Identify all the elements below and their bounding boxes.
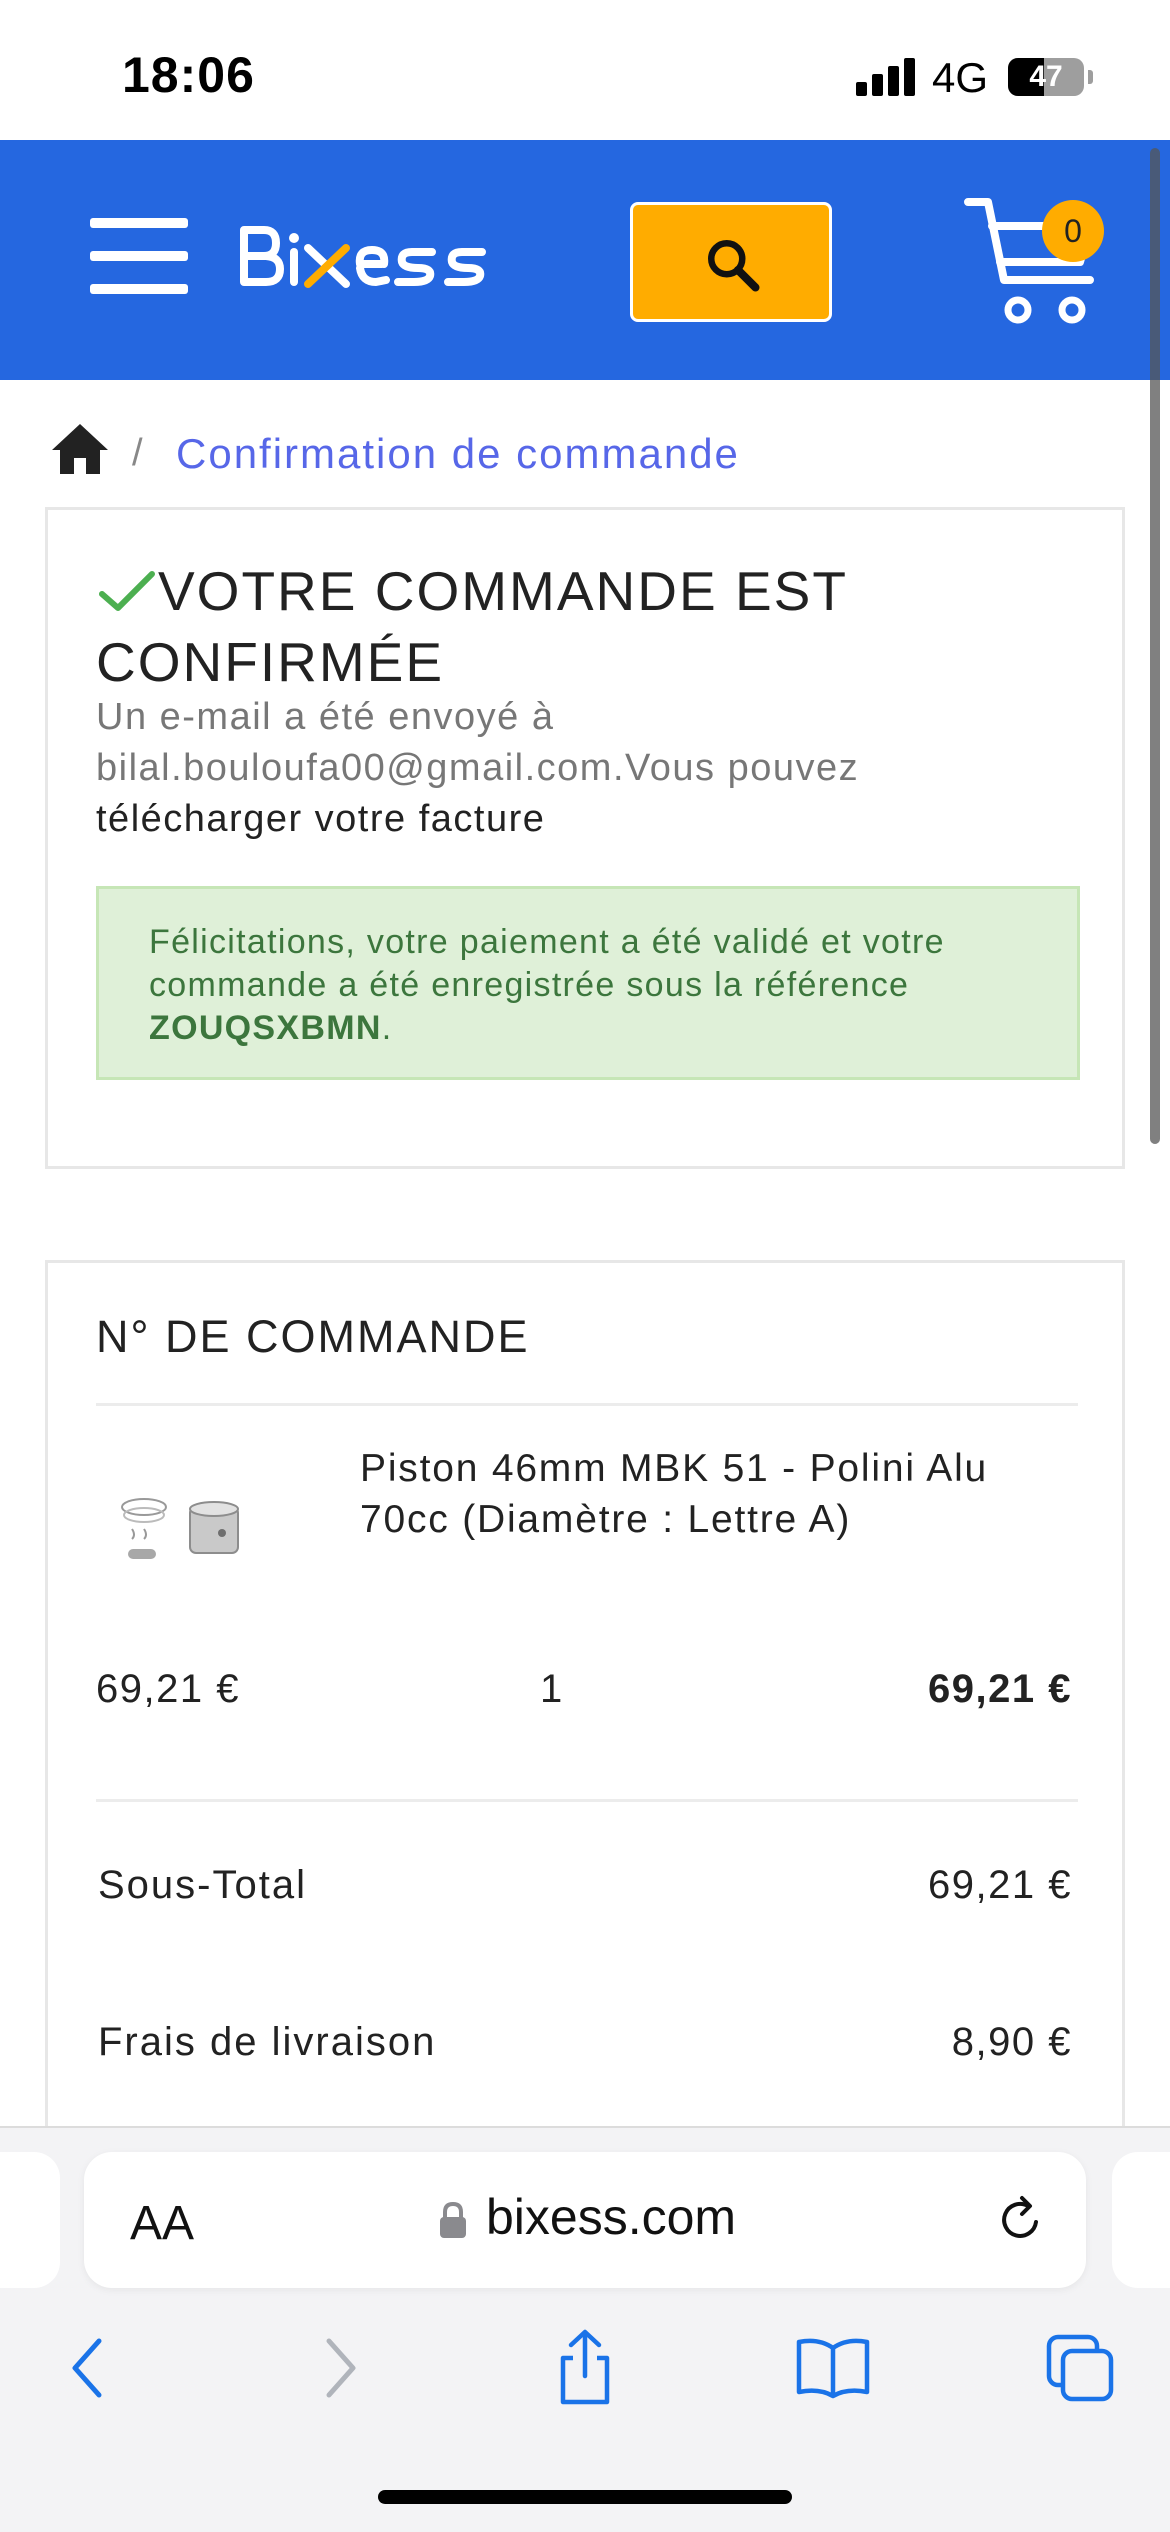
- status-bar: 18:06 4G 47: [0, 0, 1170, 140]
- subtotal-label: Sous-Total: [98, 1863, 307, 1907]
- address-bar[interactable]: AA bixess.com: [84, 2152, 1086, 2288]
- cart-count-badge[interactable]: 0: [1042, 200, 1104, 262]
- breadcrumb-separator: /: [132, 432, 143, 474]
- bookmarks-icon: [796, 2338, 870, 2399]
- product-image[interactable]: [118, 1485, 248, 1585]
- page-scrollbar[interactable]: [1150, 148, 1160, 1144]
- alert-text: Félicitations, votre paiement a été vali…: [149, 923, 945, 1004]
- quantity: 1: [540, 1667, 563, 1711]
- share-button[interactable]: [535, 2318, 635, 2418]
- reload-icon[interactable]: [992, 2192, 1048, 2248]
- share-icon: [560, 2329, 610, 2405]
- alert-end: .: [381, 1009, 393, 1047]
- order-number-title: N° DE COMMANDE: [96, 1311, 530, 1362]
- lock-icon: [440, 2201, 466, 2238]
- battery-level: 47: [1029, 60, 1063, 93]
- forward-button[interactable]: [290, 2318, 390, 2418]
- forward-icon: [326, 2338, 356, 2398]
- breadcrumb-current[interactable]: Confirmation de commande: [176, 430, 740, 478]
- check-icon: [99, 571, 155, 611]
- previous-tab-preview[interactable]: [0, 2152, 60, 2288]
- status-time: 18:06: [122, 47, 255, 103]
- line-total: 69,21 €: [928, 1667, 1072, 1711]
- network-type: 4G: [932, 54, 989, 101]
- shipping-value: 8,90 €: [951, 2020, 1072, 2064]
- subtotal-value: 69,21 €: [928, 1863, 1072, 1907]
- next-tab-preview[interactable]: [1112, 2152, 1170, 2288]
- battery-tip: [1088, 70, 1093, 84]
- order-reference: ZOUQSXBMN: [149, 1009, 382, 1047]
- text-size-label: AA: [130, 2197, 195, 2250]
- unit-price: 69,21 €: [96, 1667, 240, 1711]
- url-text[interactable]: bixess.com: [486, 2188, 736, 2246]
- back-button[interactable]: [38, 2318, 138, 2418]
- browser-bottom-bar: AA bixess.com: [0, 2126, 1170, 2532]
- tabs-button[interactable]: [1030, 2318, 1130, 2418]
- bixess-logo[interactable]: [236, 212, 536, 302]
- site-header: 0: [0, 140, 1170, 380]
- back-icon: [72, 2338, 102, 2398]
- divider: [96, 1799, 1078, 1802]
- bookmarks-button[interactable]: [783, 2318, 883, 2418]
- confirmation-title-text: VOTRE COMMANDE EST CONFIRMÉE: [96, 560, 847, 693]
- download-invoice-link[interactable]: télécharger votre facture: [96, 798, 545, 840]
- signal-icon: [856, 58, 916, 96]
- text-size-button[interactable]: AA: [130, 2196, 194, 2251]
- email-notice: Un e-mail a été envoyé à bilal.bouloufa0…: [96, 692, 1096, 845]
- confirmation-title: VOTRE COMMANDE EST CONFIRMÉE: [96, 556, 1056, 698]
- home-indicator[interactable]: [378, 2490, 792, 2504]
- menu-icon[interactable]: [90, 218, 188, 294]
- search-icon: [708, 240, 760, 292]
- divider: [96, 1403, 1078, 1406]
- battery-icon: 47: [1008, 58, 1084, 96]
- product-name[interactable]: Piston 46mm MBK 51 - Polini Alu 70cc (Di…: [360, 1443, 1080, 1545]
- home-icon[interactable]: [50, 422, 110, 476]
- search-button[interactable]: [630, 202, 832, 322]
- shipping-label: Frais de livraison: [98, 2020, 437, 2064]
- browser-toolbar: [0, 2318, 1170, 2428]
- confirmation-card: VOTRE COMMANDE EST CONFIRMÉE Un e-mail a…: [45, 507, 1125, 1169]
- tabs-icon: [1046, 2334, 1114, 2402]
- email-notice-text: Un e-mail a été envoyé à bilal.bouloufa0…: [96, 696, 860, 789]
- payment-success-alert: Félicitations, votre paiement a été vali…: [96, 886, 1080, 1080]
- breadcrumb: / Confirmation de commande: [50, 418, 1050, 482]
